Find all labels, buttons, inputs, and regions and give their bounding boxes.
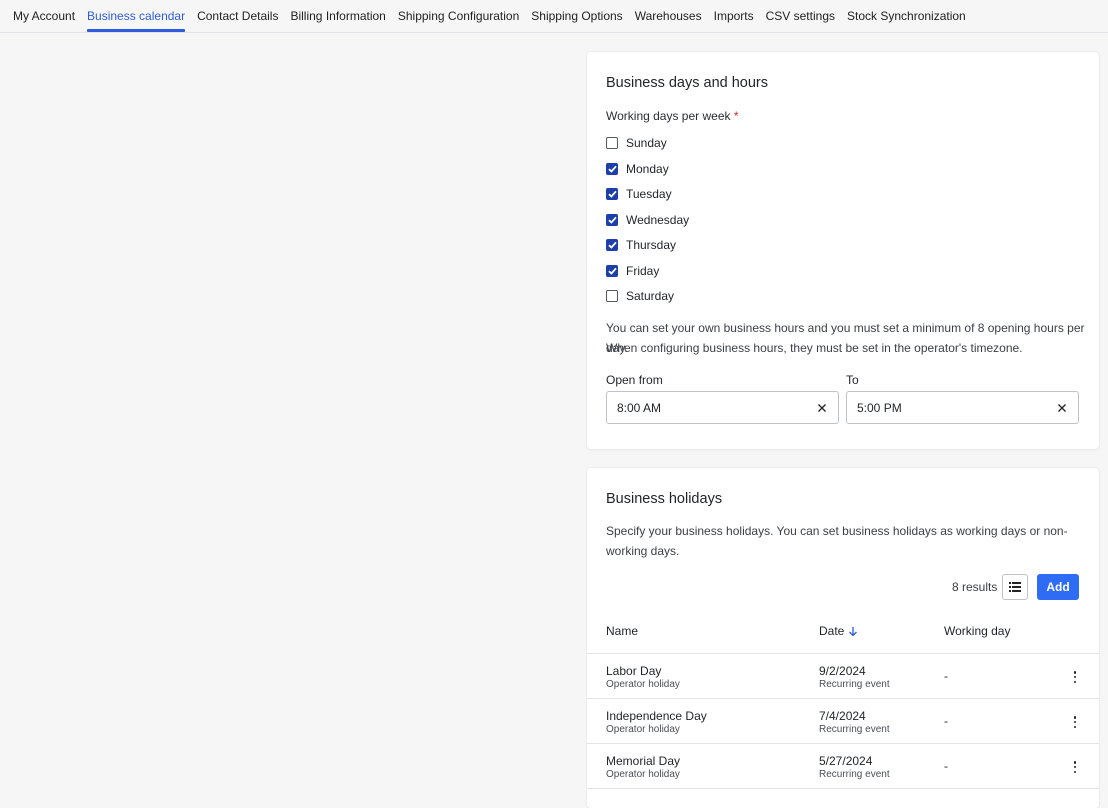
day-tuesday[interactable]: Tuesday <box>606 187 672 201</box>
checkbox-saturday[interactable] <box>606 290 618 302</box>
holiday-recurrence: Recurring event <box>819 679 890 690</box>
hours-help-line2: When configuring business hours, they mu… <box>606 341 1023 355</box>
row-actions-icon[interactable] <box>1073 716 1077 728</box>
checkbox-tuesday[interactable] <box>606 188 618 200</box>
checkbox-wednesday[interactable] <box>606 214 618 226</box>
holiday-working-day: - <box>944 669 948 683</box>
column-name: Name <box>606 624 639 638</box>
working-days-label: Working days per week * <box>606 109 739 123</box>
row-actions-icon[interactable] <box>1073 671 1077 683</box>
holiday-working-day: - <box>944 714 948 728</box>
add-holiday-button[interactable]: Add <box>1037 574 1079 600</box>
tab-business-calendar[interactable]: Business calendar <box>81 0 191 32</box>
list-view-button[interactable] <box>1002 574 1028 600</box>
holiday-working-day: - <box>944 759 948 773</box>
results-count: 8 results <box>952 580 998 594</box>
business-hours-card: Business days and hours Working days per… <box>587 52 1099 449</box>
tab-contact-details[interactable]: Contact Details <box>191 0 284 32</box>
day-label-friday: Friday <box>626 264 660 278</box>
business-holidays-card: Business holidays Specify your business … <box>587 468 1099 808</box>
tab-shipping-configuration[interactable]: Shipping Configuration <box>392 0 525 32</box>
column-working-day: Working day <box>944 624 1011 638</box>
checkbox-sunday[interactable] <box>606 137 618 149</box>
table-row: Labor Day Operator holiday 9/2/2024 Recu… <box>587 654 1099 699</box>
open-from-label: Open from <box>606 373 663 387</box>
checkbox-monday[interactable] <box>606 163 618 175</box>
day-label-wednesday: Wednesday <box>626 213 690 227</box>
holiday-date: 9/2/2024 <box>819 664 866 678</box>
list-icon <box>1009 582 1021 592</box>
tab-stock-synchronization[interactable]: Stock Synchronization <box>841 0 972 32</box>
holiday-name: Memorial Day <box>606 754 681 768</box>
top-nav: My Account Business calendar Contact Det… <box>0 0 1108 33</box>
required-mark: * <box>733 109 739 123</box>
clear-open-from-icon[interactable] <box>815 401 829 415</box>
clear-to-icon[interactable] <box>1055 401 1069 415</box>
day-wednesday[interactable]: Wednesday <box>606 213 689 227</box>
day-friday[interactable]: Friday <box>606 264 659 278</box>
tab-csv-settings[interactable]: CSV settings <box>760 0 841 32</box>
row-actions-icon[interactable] <box>1073 761 1077 773</box>
holiday-name: Independence Day <box>606 709 707 723</box>
tab-shipping-options[interactable]: Shipping Options <box>525 0 628 32</box>
holiday-recurrence: Recurring event <box>819 724 890 735</box>
checkbox-friday[interactable] <box>606 265 618 277</box>
column-date-label: Date <box>819 624 845 638</box>
to-value: 5:00 PM <box>857 400 902 415</box>
tab-warehouses[interactable]: Warehouses <box>629 0 708 32</box>
business-holidays-title: Business holidays <box>606 491 723 507</box>
holiday-type: Operator holiday <box>606 769 680 780</box>
tab-billing-information[interactable]: Billing Information <box>284 0 391 32</box>
holiday-date: 5/27/2024 <box>819 754 873 768</box>
holiday-type: Operator holiday <box>606 724 680 735</box>
day-label-sunday: Sunday <box>626 136 667 150</box>
tab-imports[interactable]: Imports <box>708 0 760 32</box>
table-row: Independence Day Operator holiday 7/4/20… <box>587 699 1099 744</box>
holiday-type: Operator holiday <box>606 679 680 690</box>
business-hours-title: Business days and hours <box>606 75 769 91</box>
to-input[interactable]: 5:00 PM <box>846 391 1079 424</box>
column-date[interactable]: Date <box>819 624 858 638</box>
day-thursday[interactable]: Thursday <box>606 238 676 252</box>
holiday-name: Labor Day <box>606 664 662 678</box>
day-label-monday: Monday <box>626 162 669 176</box>
open-from-value: 8:00 AM <box>617 400 662 415</box>
tab-my-account[interactable]: My Account <box>7 0 81 32</box>
day-label-tuesday: Tuesday <box>626 187 672 201</box>
holiday-recurrence: Recurring event <box>819 769 890 780</box>
day-label-saturday: Saturday <box>626 289 675 303</box>
day-label-thursday: Thursday <box>626 238 677 252</box>
day-saturday[interactable]: Saturday <box>606 289 674 303</box>
table-row: Memorial Day Operator holiday 5/27/2024 … <box>587 744 1099 789</box>
day-monday[interactable]: Monday <box>606 162 669 176</box>
open-from-input[interactable]: 8:00 AM <box>606 391 839 424</box>
to-label: To <box>846 373 859 387</box>
holidays-description: Specify your business holidays. You can … <box>606 524 1068 558</box>
working-days-label-text: Working days per week <box>606 109 731 123</box>
checkbox-thursday[interactable] <box>606 239 618 251</box>
day-sunday[interactable]: Sunday <box>606 136 667 150</box>
holiday-date: 7/4/2024 <box>819 709 866 723</box>
sort-descending-icon <box>849 626 858 636</box>
